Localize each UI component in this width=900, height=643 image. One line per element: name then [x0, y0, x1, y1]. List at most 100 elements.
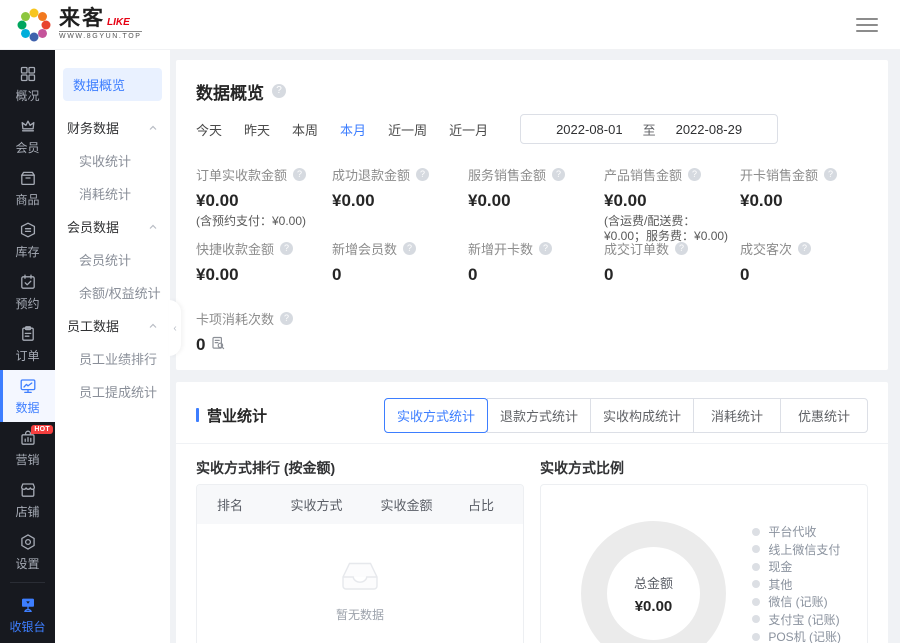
submenu-item-staff-commission[interactable]: 员工提成统计: [55, 375, 170, 408]
main-content: 数据概览 ? 今天 昨天 本周 本月 近一周 近一月 2022-08-01 至 …: [170, 50, 900, 643]
sidebar-item-shop[interactable]: 店铺: [0, 474, 55, 526]
help-icon[interactable]: ?: [280, 312, 293, 325]
stat-card-sales: 开卡销售金额? ¥0.00: [740, 166, 868, 240]
stat-new-members: 新增会员数? 0: [332, 240, 460, 310]
calendar-check-icon: [19, 273, 37, 291]
filter-this-month[interactable]: 本月: [340, 120, 366, 139]
sidebar-item-booking[interactable]: 预约: [0, 266, 55, 318]
submenu-item-consume-stats[interactable]: 消耗统计: [55, 177, 170, 210]
sidebar-item-data[interactable]: 数据: [0, 370, 55, 422]
tab-discount-stats[interactable]: 优惠统计: [780, 398, 868, 433]
sidebar-item-inventory[interactable]: 库存: [0, 214, 55, 266]
hamburger-menu-icon[interactable]: [856, 14, 878, 36]
stats-grid: 订单实收款金额? ¥0.00 (含预约支付：¥0.00) 成功退款金额? ¥0.…: [196, 166, 868, 366]
legend-item[interactable]: 线上微信支付: [752, 541, 841, 559]
chevron-up-icon: [148, 321, 158, 331]
stat-service-sales: 服务销售金额? ¥0.00: [468, 166, 596, 240]
submenu-group-finance[interactable]: 财务数据: [55, 111, 170, 144]
donut-center-label: 总金额: [634, 573, 673, 592]
submenu-group-staff[interactable]: 员工数据: [55, 309, 170, 342]
filter-yesterday[interactable]: 昨天: [244, 120, 270, 139]
legend-item[interactable]: 现金: [752, 558, 841, 576]
help-icon[interactable]: ?: [798, 242, 811, 255]
stat-deal-orders: 成交订单数? 0: [604, 240, 732, 310]
legend-item[interactable]: 其他: [752, 576, 841, 594]
help-icon[interactable]: ?: [552, 168, 565, 181]
hot-badge: HOT: [31, 425, 53, 434]
box-icon: [19, 169, 37, 187]
ratio-chart-box: 总金额 ¥0.00 平台代收 线上微信支付 现金 其他 微信 (记账) 支付宝 …: [540, 484, 868, 643]
sidebar-collapse-handle[interactable]: ‹: [169, 300, 181, 356]
section-title: 营业统计: [196, 405, 267, 426]
rank-table: 排名 实收方式 实收金额 占比 暂无数据: [196, 484, 524, 643]
help-icon[interactable]: ?: [403, 242, 416, 255]
legend-item[interactable]: POS机 (记账): [752, 628, 841, 643]
sidebar-footer: 收银台: [0, 578, 55, 643]
donut-center-value: ¥0.00: [635, 598, 673, 615]
help-icon[interactable]: ?: [824, 168, 837, 181]
sidebar-divider: [10, 582, 45, 583]
cash-register-icon: [19, 596, 37, 614]
submenu-item-data-overview[interactable]: 数据概览: [63, 68, 162, 101]
tab-consume-stats[interactable]: 消耗统计: [693, 398, 781, 433]
overview-card: 数据概览 ? 今天 昨天 本周 本月 近一周 近一月 2022-08-01 至 …: [176, 60, 888, 370]
legend-item[interactable]: 支付宝 (记账): [752, 611, 841, 629]
date-start[interactable]: 2022-08-01: [556, 122, 623, 137]
chevron-up-icon: [148, 123, 158, 133]
col-amount: 实收金额: [360, 495, 453, 514]
submenu-group-members[interactable]: 会员数据: [55, 210, 170, 243]
legend-dot-icon: [752, 563, 760, 571]
monitor-chart-icon: [19, 377, 37, 395]
empty-state: 暂无数据: [197, 556, 523, 623]
legend-dot-icon: [752, 598, 760, 606]
crown-icon: [19, 117, 37, 135]
view-records-icon[interactable]: [211, 335, 225, 355]
sidebar-item-members[interactable]: 会员: [0, 110, 55, 162]
col-method: 实收方式: [273, 495, 360, 514]
logo-flower-icon: [16, 7, 52, 43]
submenu-item-staff-rank[interactable]: 员工业绩排行: [55, 342, 170, 375]
sidebar-item-settings[interactable]: 设置: [0, 526, 55, 578]
date-filter-row: 今天 昨天 本周 本月 近一周 近一月 2022-08-01 至 2022-08…: [196, 114, 868, 144]
donut-chart: 总金额 ¥0.00: [581, 521, 726, 643]
submenu-item-member-stats[interactable]: 会员统计: [55, 243, 170, 276]
help-icon[interactable]: ?: [539, 242, 552, 255]
clipboard-icon: [19, 325, 37, 343]
help-icon[interactable]: ?: [293, 168, 306, 181]
date-range-picker[interactable]: 2022-08-01 至 2022-08-29: [520, 114, 778, 144]
date-end[interactable]: 2022-08-29: [676, 122, 743, 137]
app-logo: 来客 LIKE WWW.8GYUN.TOP: [16, 7, 142, 43]
tab-refund-method[interactable]: 退款方式统计: [487, 398, 591, 433]
stat-type-tabs: 实收方式统计 退款方式统计 实收构成统计 消耗统计 优惠统计: [384, 398, 868, 433]
filter-last-30-days[interactable]: 近一月: [449, 120, 488, 139]
brand-subtitle: WWW.8GYUN.TOP: [59, 31, 142, 40]
help-icon[interactable]: ?: [688, 168, 701, 181]
chart-legend: 平台代收 线上微信支付 现金 其他 微信 (记账) 支付宝 (记账) POS机 …: [752, 523, 841, 643]
sidebar-item-products[interactable]: 商品: [0, 162, 55, 214]
submenu-item-income-stats[interactable]: 实收统计: [55, 144, 170, 177]
help-icon[interactable]: ?: [675, 242, 688, 255]
help-icon[interactable]: ?: [416, 168, 429, 181]
business-stats-card: 营业统计 实收方式统计 退款方式统计 实收构成统计 消耗统计 优惠统计 实收方式…: [176, 382, 888, 643]
filter-this-week[interactable]: 本周: [292, 120, 318, 139]
empty-text: 暂无数据: [336, 606, 384, 623]
sidebar-item-cashier[interactable]: 收银台: [0, 587, 55, 643]
help-icon[interactable]: ?: [272, 84, 286, 98]
warehouse-icon: [19, 221, 37, 239]
stat-customer-visits: 成交客次? 0: [740, 240, 868, 310]
brand-suffix: LIKE: [107, 17, 130, 29]
section-divider: [176, 443, 888, 444]
help-icon[interactable]: ?: [280, 242, 293, 255]
sidebar-item-marketing[interactable]: HOT 营销: [0, 422, 55, 474]
sidebar-item-orders[interactable]: 订单: [0, 318, 55, 370]
col-rank: 排名: [211, 495, 273, 514]
filter-last-7-days[interactable]: 近一周: [388, 120, 427, 139]
legend-item[interactable]: 平台代收: [752, 523, 841, 541]
legend-item[interactable]: 微信 (记账): [752, 593, 841, 611]
tab-income-method[interactable]: 实收方式统计: [384, 398, 488, 433]
tab-income-composition[interactable]: 实收构成统计: [590, 398, 694, 433]
filter-today[interactable]: 今天: [196, 120, 222, 139]
chevron-up-icon: [148, 222, 158, 232]
sidebar-item-overview[interactable]: 概况: [0, 58, 55, 110]
submenu-item-balance-stats[interactable]: 余额/权益统计: [55, 276, 170, 309]
